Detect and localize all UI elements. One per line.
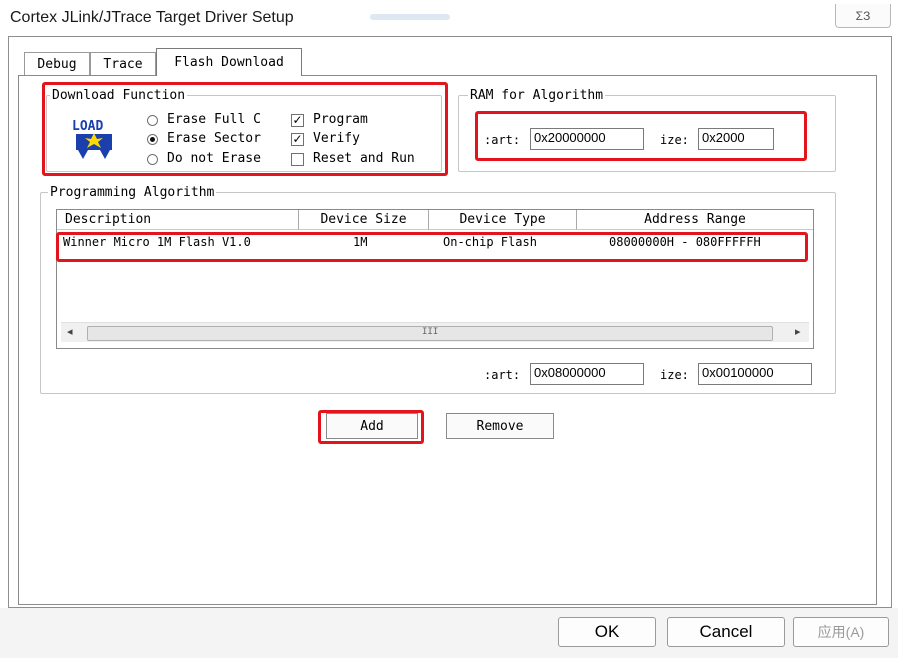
row-description: Winner Micro 1M Flash V1.0 — [63, 235, 251, 249]
checkbox-reset-and-run-box — [291, 153, 304, 166]
download-function-title: Download Function — [50, 88, 188, 103]
radio-erase-sector-circle — [147, 134, 158, 145]
column-header-description[interactable]: Description — [57, 210, 299, 230]
ram-start-label: :art: — [484, 133, 521, 147]
tab-trace[interactable]: Trace — [90, 52, 156, 76]
scroll-grip-icon: III — [422, 327, 439, 337]
remove-button[interactable]: Remove — [446, 413, 554, 439]
tab-debug[interactable]: Debug — [24, 52, 90, 76]
load-icon-text: LOAD — [72, 119, 103, 134]
checkbox-program[interactable]: ✓ Program — [291, 112, 436, 130]
algo-start-label: :art: — [484, 368, 521, 382]
title-blur-decoration — [370, 14, 450, 20]
checkbox-reset-and-run-label: Reset and Run — [313, 151, 415, 166]
column-header-device-size[interactable]: Device Size — [299, 210, 429, 230]
ram-size-label: ize: — [660, 133, 689, 147]
algo-size-label: ize: — [660, 368, 689, 382]
radio-erase-full-chip-circle — [147, 115, 158, 126]
radio-erase-sector-label: Erase Sector — [167, 131, 261, 146]
radio-do-not-erase-label: Do not Erase — [167, 151, 261, 166]
ram-size-input[interactable]: 0x2000 — [698, 128, 774, 150]
checkbox-program-label: Program — [313, 112, 368, 127]
row-device-type: On-chip Flash — [443, 235, 537, 249]
ram-start-input[interactable]: 0x20000000 — [530, 128, 644, 150]
radio-do-not-erase-circle — [147, 154, 158, 165]
column-header-address-range[interactable]: Address Range — [577, 210, 813, 230]
ram-algorithm-title: RAM for Algorithm — [468, 88, 606, 103]
close-button[interactable]: ΣЗ — [835, 4, 891, 28]
tab-flash-download[interactable]: Flash Download — [156, 48, 302, 76]
radio-erase-full-chip-label: Erase Full C — [167, 112, 261, 127]
close-icon: ΣЗ — [855, 8, 871, 23]
scroll-left-icon[interactable]: ◂ — [67, 325, 73, 338]
checkbox-verify-label: Verify — [313, 131, 360, 146]
radio-erase-sector[interactable]: Erase Sector — [147, 131, 287, 149]
load-icon: LOAD — [72, 119, 112, 159]
radio-erase-full-chip[interactable]: Erase Full C — [147, 112, 287, 130]
tab-trace-label: Trace — [103, 57, 143, 72]
algo-start-input[interactable]: 0x08000000 — [530, 363, 644, 385]
algorithm-list[interactable]: Description Device Size Device Type Addr… — [56, 209, 814, 349]
row-address-range: 08000000H - 080FFFFFH — [609, 235, 761, 249]
programming-algorithm-title: Programming Algorithm — [48, 185, 217, 200]
table-row[interactable]: Winner Micro 1M Flash V1.0 1M On-chip Fl… — [57, 232, 813, 254]
scroll-right-icon[interactable]: ▸ — [795, 325, 801, 338]
column-header-device-type[interactable]: Device Type — [429, 210, 577, 230]
row-device-size: 1M — [353, 235, 368, 249]
ok-button[interactable]: OK — [558, 617, 656, 647]
scrollbar-thumb[interactable]: III — [87, 326, 773, 341]
algo-size-input[interactable]: 0x00100000 — [698, 363, 812, 385]
window-title: Cortex JLink/JTrace Target Driver Setup — [10, 9, 294, 26]
checkbox-program-box: ✓ — [291, 113, 304, 127]
tab-debug-label: Debug — [37, 57, 77, 72]
cancel-button[interactable]: Cancel — [667, 617, 785, 647]
radio-do-not-erase[interactable]: Do not Erase — [147, 151, 287, 169]
apply-button[interactable]: 应用(A) — [793, 617, 889, 647]
tab-flash-download-label: Flash Download — [174, 55, 284, 70]
horizontal-scrollbar[interactable]: ◂ III ▸ — [61, 322, 809, 342]
checkbox-verify[interactable]: ✓ Verify — [291, 131, 436, 149]
checkbox-verify-box: ✓ — [291, 132, 304, 146]
add-button[interactable]: Add — [326, 413, 418, 439]
checkbox-reset-and-run[interactable]: Reset and Run — [291, 151, 436, 169]
